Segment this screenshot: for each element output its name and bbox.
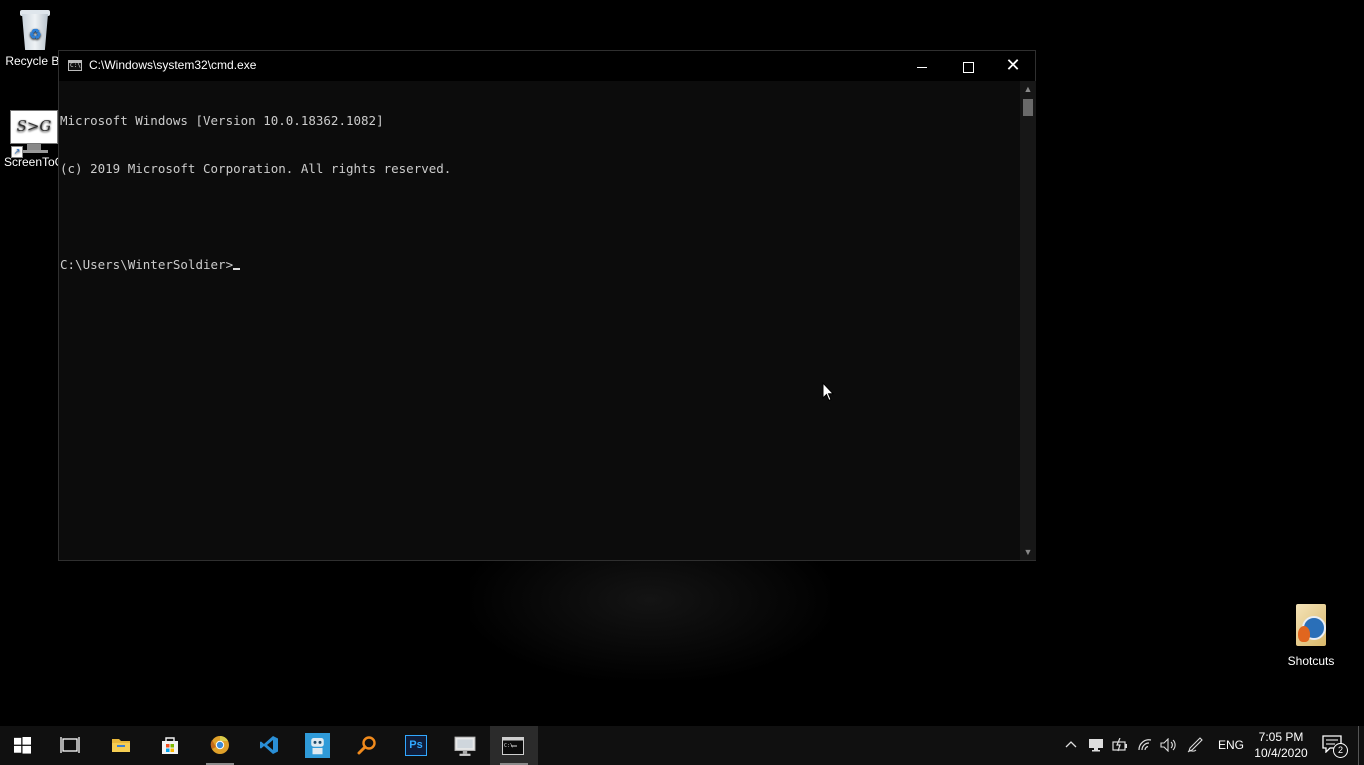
robot-app-button[interactable] bbox=[294, 726, 342, 765]
maximize-button[interactable] bbox=[945, 51, 991, 81]
robot-app-icon bbox=[305, 733, 330, 758]
text-cursor bbox=[233, 268, 241, 270]
recycle-bin-icon: ♻ bbox=[18, 6, 52, 52]
microsoft-store-button[interactable] bbox=[146, 726, 194, 765]
console-output[interactable]: Microsoft Windows [Version 10.0.18362.10… bbox=[59, 81, 1019, 560]
vscode-button[interactable] bbox=[245, 726, 293, 765]
shotcut-shortcut[interactable]: Shotcuts bbox=[1274, 604, 1348, 668]
task-view-button[interactable] bbox=[46, 726, 94, 765]
shotcut-icon bbox=[1296, 604, 1326, 646]
mouse-pointer-icon bbox=[822, 382, 834, 402]
network-display-tray-icon[interactable] bbox=[1088, 738, 1104, 752]
photoshop-button[interactable]: Ps bbox=[392, 726, 440, 765]
clock-time: 7:05 PM bbox=[1258, 730, 1304, 744]
vscode-icon bbox=[260, 736, 278, 754]
scrollbar-thumb[interactable] bbox=[1023, 99, 1033, 116]
console-line: (c) 2019 Microsoft Corporation. All righ… bbox=[60, 161, 452, 176]
wifi-icon[interactable] bbox=[1137, 738, 1153, 752]
search-magnifier-app-icon bbox=[357, 736, 376, 755]
minimize-icon bbox=[917, 66, 927, 68]
screentogif-icon: S>G bbox=[10, 110, 58, 144]
chrome-canary-button[interactable] bbox=[196, 726, 244, 765]
title-bar[interactable]: C:\ C:\Windows\system32\cmd.exe ✕ bbox=[59, 51, 1035, 81]
prompt-text: C:\Users\WinterSoldier> bbox=[60, 257, 234, 272]
start-button[interactable] bbox=[0, 726, 48, 765]
close-icon: ✕ bbox=[1005, 55, 1021, 76]
console-line: Microsoft Windows [Version 10.0.18362.10… bbox=[60, 113, 384, 128]
photoshop-icon: Ps bbox=[405, 735, 427, 756]
windows-logo-icon bbox=[14, 737, 31, 754]
show-hidden-icons-chevron-icon[interactable] bbox=[1065, 739, 1077, 751]
battery-charging-icon[interactable] bbox=[1112, 738, 1128, 752]
system-clock[interactable]: 7:05 PM 10/4/2020 bbox=[1253, 729, 1309, 761]
shortcut-arrow-icon: ↗ bbox=[11, 146, 23, 158]
action-center-button[interactable]: 2 bbox=[1322, 735, 1348, 758]
notification-count-badge: 2 bbox=[1333, 743, 1348, 758]
search-app-button[interactable] bbox=[343, 726, 391, 765]
input-language-indicator[interactable]: ENG bbox=[1218, 738, 1244, 752]
chrome-canary-icon bbox=[210, 736, 229, 754]
task-view-icon bbox=[60, 737, 80, 753]
minimize-button[interactable] bbox=[899, 51, 945, 81]
command-prompt-button[interactable]: C:\ bbox=[490, 726, 538, 765]
pen-ink-workspace-icon[interactable] bbox=[1187, 737, 1203, 753]
vertical-scrollbar[interactable]: ▲ ▼ bbox=[1020, 81, 1036, 560]
maximize-icon bbox=[962, 61, 974, 73]
scroll-up-arrow-icon[interactable]: ▲ bbox=[1020, 81, 1036, 97]
scroll-down-arrow-icon[interactable]: ▼ bbox=[1020, 544, 1036, 560]
command-prompt-line[interactable]: C:\Users\WinterSoldier> bbox=[59, 257, 1019, 273]
cmd-app-icon[interactable]: C:\ bbox=[68, 60, 82, 71]
file-explorer-icon bbox=[112, 739, 130, 752]
window-title: C:\Windows\system32\cmd.exe bbox=[89, 58, 257, 72]
remote-desktop-button[interactable] bbox=[441, 726, 489, 765]
microsoft-store-icon bbox=[162, 737, 178, 754]
remote-desktop-icon bbox=[454, 736, 476, 756]
command-prompt-icon: C:\ bbox=[502, 737, 524, 755]
cmd-window[interactable]: C:\ C:\Windows\system32\cmd.exe ✕ Micros… bbox=[58, 50, 1036, 561]
close-button[interactable]: ✕ bbox=[990, 51, 1036, 81]
volume-speaker-icon[interactable] bbox=[1160, 738, 1178, 752]
show-desktop-button[interactable] bbox=[1358, 726, 1359, 765]
taskbar: Ps C:\ ENG 7:05 PM 10/4/2020 2 bbox=[0, 726, 1364, 765]
shotcut-label: Shotcuts bbox=[1287, 654, 1335, 668]
clock-date: 10/4/2020 bbox=[1254, 746, 1308, 760]
file-explorer-button[interactable] bbox=[97, 726, 145, 765]
